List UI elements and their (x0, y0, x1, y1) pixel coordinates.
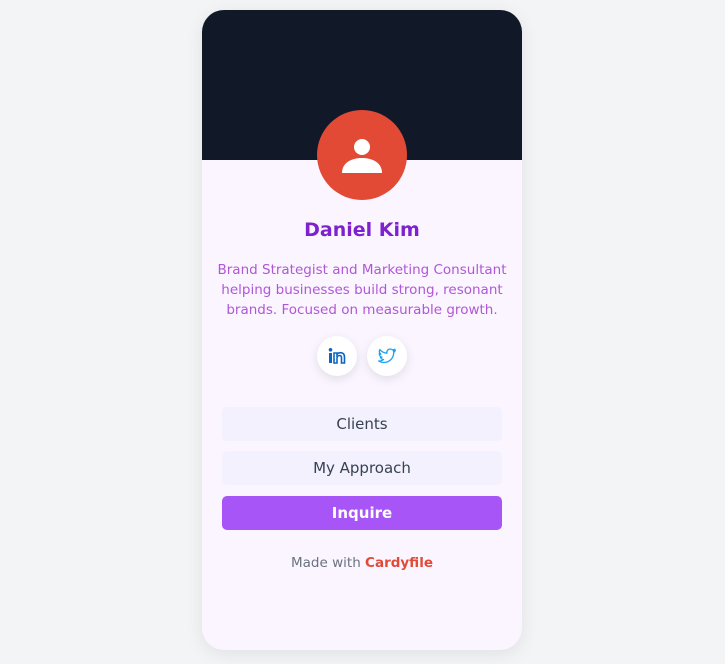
linkedin-icon (328, 348, 346, 364)
my-approach-button[interactable]: My Approach (222, 451, 502, 485)
profile-name: Daniel Kim (304, 219, 420, 241)
avatar (317, 110, 407, 200)
linkedin-button[interactable] (317, 336, 357, 376)
profile-bio: Brand Strategist and Marketing Consultan… (217, 262, 507, 318)
inquire-button[interactable]: Inquire (222, 496, 502, 530)
profile-card: Daniel Kim Brand Strategist and Marketin… (202, 10, 522, 650)
twitter-button[interactable] (367, 336, 407, 376)
clients-button[interactable]: Clients (222, 407, 502, 441)
footer: Made with Cardyfile (202, 555, 522, 571)
footer-prefix: Made with (291, 555, 361, 571)
user-icon (342, 139, 382, 173)
twitter-icon (378, 348, 396, 364)
cardyfile-link[interactable]: Cardyfile (365, 555, 433, 571)
